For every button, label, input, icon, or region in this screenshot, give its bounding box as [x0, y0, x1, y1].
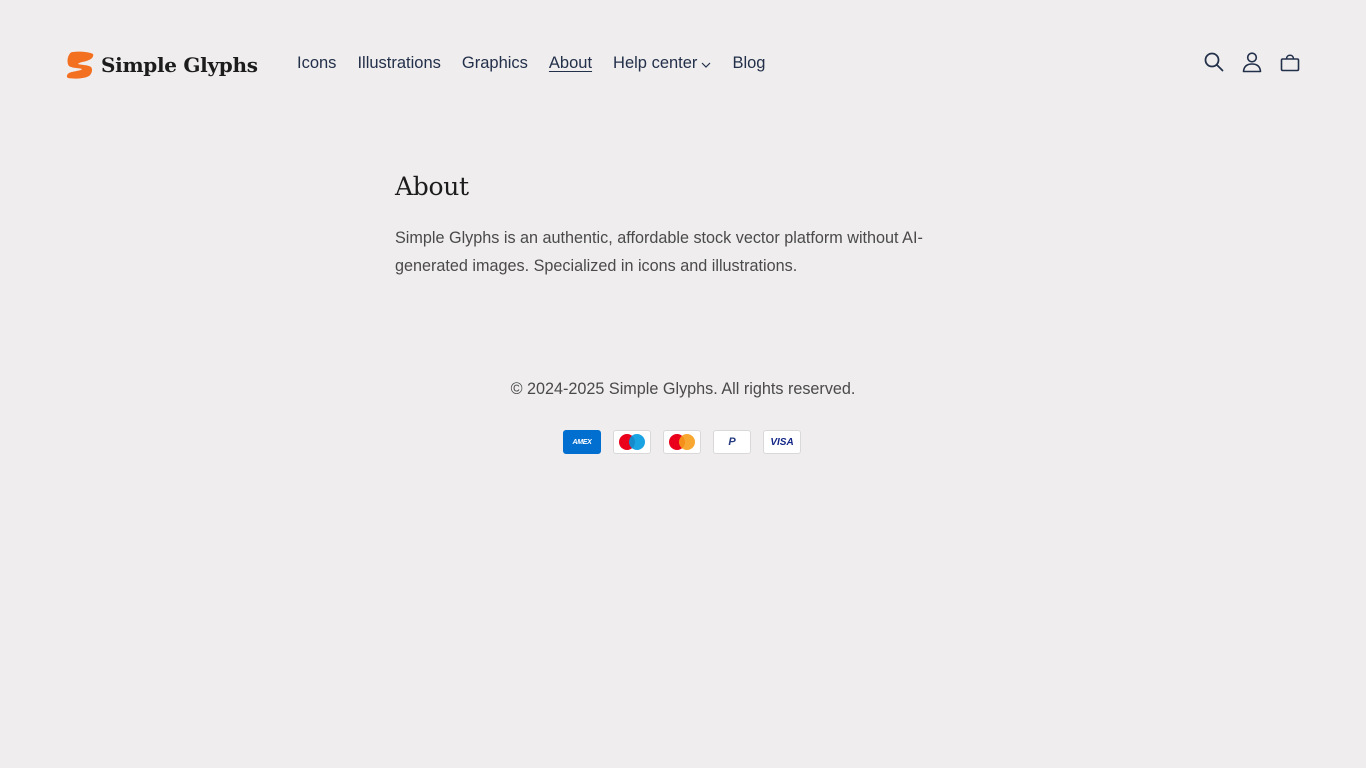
visa-card-icon: VISA — [763, 430, 801, 454]
search-button[interactable] — [1200, 48, 1228, 76]
main-nav: Icons Illustrations Graphics About Help … — [297, 54, 786, 73]
search-icon — [1204, 52, 1224, 72]
page-title: About — [395, 172, 469, 201]
copyright-text: © 2024-2025 Simple Glyphs. All rights re… — [510, 380, 856, 398]
paypal-card-icon: P — [713, 430, 751, 454]
payment-methods: AMEX P VISA — [563, 430, 813, 454]
chevron-down-icon — [702, 62, 711, 68]
maestro-card-icon — [613, 430, 651, 454]
mastercard-card-icon — [663, 430, 701, 454]
nav-item-icons[interactable]: Icons — [297, 54, 336, 73]
site-header: Simple Glyphs Icons Illustrations Graphi… — [0, 0, 1366, 130]
maestro-circles — [619, 434, 645, 450]
nav-item-illustrations[interactable]: Illustrations — [357, 54, 440, 73]
account-button[interactable] — [1238, 48, 1266, 76]
mastercard-circles — [669, 434, 695, 450]
logo-link[interactable]: Simple Glyphs — [65, 50, 258, 80]
account-icon — [1242, 52, 1262, 73]
mastercard-orange-circle — [679, 434, 695, 450]
paypal-card-label: P — [728, 436, 736, 448]
cart-icon — [1280, 54, 1300, 72]
nav-item-blog[interactable]: Blog — [732, 54, 765, 73]
nav-item-about[interactable]: About — [549, 54, 592, 73]
nav-item-help-center[interactable]: Help center — [613, 54, 711, 73]
page-description: Simple Glyphs is an authentic, affordabl… — [395, 229, 923, 275]
header-actions — [1200, 48, 1314, 76]
logo-mark-icon — [66, 51, 94, 79]
amex-card-icon: AMEX — [563, 430, 601, 454]
cart-button[interactable] — [1276, 48, 1304, 76]
main-content: About Simple Glyphs is an authentic, aff… — [395, 172, 975, 280]
amex-card-label: AMEX — [572, 438, 592, 446]
nav-item-help-center-label: Help center — [613, 54, 698, 72]
maestro-blue-circle — [629, 434, 645, 450]
visa-card-label: VISA — [770, 436, 794, 448]
logo-text: Simple Glyphs — [101, 53, 258, 77]
nav-item-graphics[interactable]: Graphics — [462, 54, 528, 73]
